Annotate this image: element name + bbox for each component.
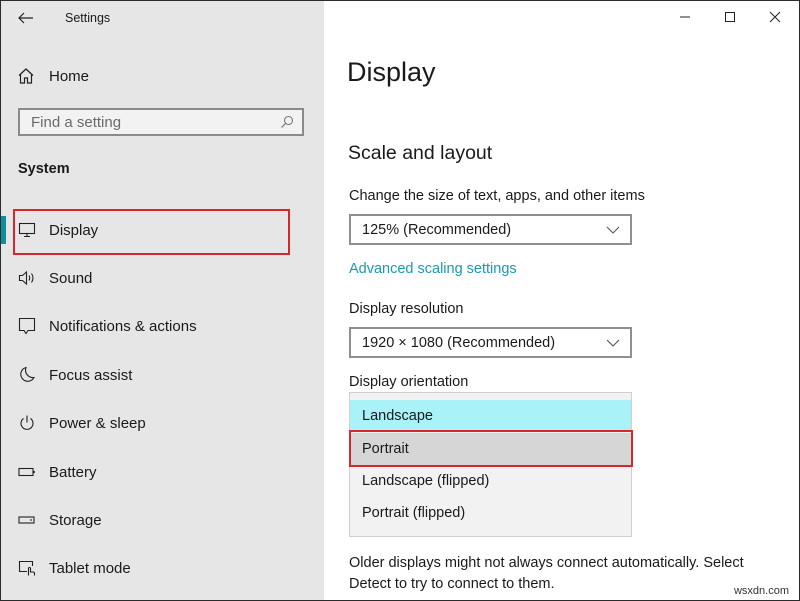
section-title-scale-layout: Scale and layout (348, 142, 493, 164)
scale-value: 125% (Recommended) (362, 221, 512, 238)
sidebar-item-focus-assist[interactable]: Focus assist (1, 357, 324, 393)
section-title-system: System (18, 161, 70, 177)
orientation-dropdown-list: Landscape Portrait Landscape (flipped) P… (349, 392, 632, 537)
home-icon (18, 68, 34, 84)
orientation-option-landscape-flipped[interactable]: Landscape (flipped) (350, 465, 631, 497)
tablet-mode-icon (17, 558, 37, 578)
scale-label: Change the size of text, apps, and other… (349, 188, 645, 204)
option-label: Landscape (flipped) (362, 473, 490, 489)
orientation-option-landscape[interactable]: Landscape (350, 400, 631, 432)
option-label: Portrait (flipped) (362, 505, 466, 521)
resolution-dropdown[interactable]: 1920 × 1080 (Recommended) (349, 327, 632, 358)
maximize-button[interactable] (707, 1, 753, 33)
sidebar-item-label: Sound (49, 269, 93, 287)
close-button[interactable] (752, 1, 798, 33)
moon-icon (17, 365, 37, 385)
maximize-icon (725, 12, 735, 22)
back-arrow-icon (18, 12, 33, 24)
sidebar-item-label: Power & sleep (49, 414, 146, 432)
resolution-value: 1920 × 1080 (Recommended) (362, 334, 556, 351)
chevron-down-icon (606, 339, 620, 347)
speaker-icon (17, 268, 37, 288)
minimize-icon (680, 16, 690, 18)
sidebar-item-tablet-mode[interactable]: Tablet mode (1, 550, 324, 586)
scale-dropdown[interactable]: 125% (Recommended) (349, 214, 632, 245)
sidebar: Settings Home System Display (1, 1, 324, 600)
search-input[interactable] (20, 109, 276, 135)
close-icon (769, 11, 781, 23)
sidebar-item-battery[interactable]: Battery (1, 454, 324, 490)
option-label: Landscape (362, 408, 433, 424)
minimize-button[interactable] (662, 1, 708, 33)
home-label: Home (49, 67, 90, 85)
orientation-option-portrait-flipped[interactable]: Portrait (flipped) (350, 497, 631, 529)
orientation-label: Display orientation (349, 374, 469, 390)
sidebar-item-label: Display (49, 221, 99, 239)
sidebar-item-label: Battery (49, 463, 97, 481)
page-title: Display (347, 57, 436, 87)
option-label: Portrait (362, 441, 409, 457)
storage-icon (17, 510, 37, 530)
back-button[interactable] (13, 7, 39, 29)
search-box[interactable] (18, 108, 304, 136)
sidebar-item-label: Focus assist (49, 366, 133, 384)
monitor-icon (17, 220, 37, 240)
sidebar-item-power-sleep[interactable]: Power & sleep (1, 405, 324, 441)
notification-icon (17, 316, 37, 336)
power-icon (17, 413, 37, 433)
sidebar-item-label: Storage (49, 511, 102, 529)
watermark: wsxdn.com (733, 585, 789, 597)
resolution-label: Display resolution (349, 301, 464, 317)
sidebar-item-storage[interactable]: Storage (1, 502, 324, 538)
sidebar-item-display[interactable]: Display (1, 212, 324, 248)
chevron-down-icon (606, 226, 620, 234)
detect-info-text: Older displays might not always connect … (349, 555, 744, 592)
battery-icon (17, 462, 37, 482)
orientation-option-portrait[interactable]: Portrait (350, 433, 631, 465)
advanced-scaling-link[interactable]: Advanced scaling settings (349, 261, 517, 277)
sidebar-item-notifications[interactable]: Notifications & actions (1, 308, 324, 344)
sidebar-home[interactable]: Home (17, 63, 307, 89)
app-title: Settings (65, 11, 111, 25)
sidebar-item-sound[interactable]: Sound (1, 260, 324, 296)
sidebar-item-label: Notifications & actions (49, 317, 197, 335)
sidebar-item-label: Tablet mode (49, 559, 131, 577)
search-icon[interactable] (276, 115, 298, 129)
settings-window: Settings Home System Display (0, 0, 800, 601)
